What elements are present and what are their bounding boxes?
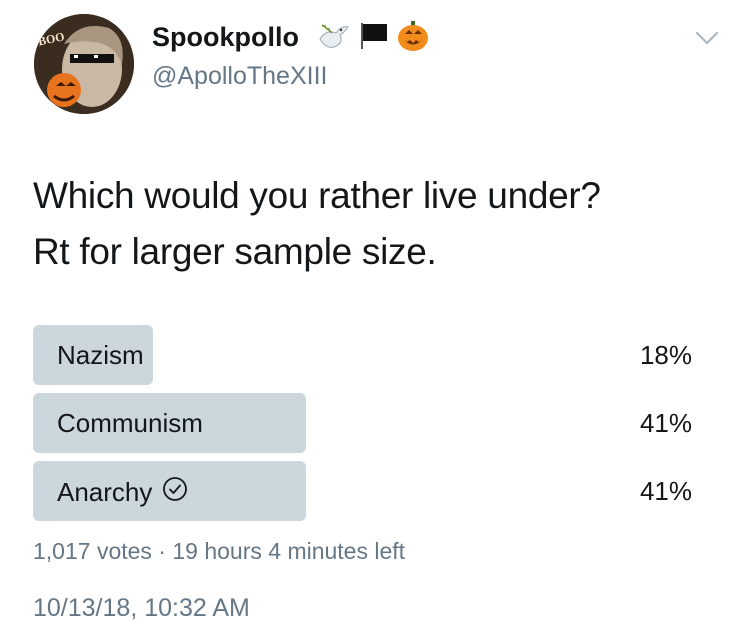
poll-option-label: Communism	[57, 408, 203, 439]
jack-o-lantern-icon	[396, 19, 430, 58]
poll-option-text: Communism	[57, 408, 203, 438]
name-emojis	[316, 19, 430, 58]
poll-option-percent: 41%	[639, 408, 692, 438]
tweet-line-1: Which would you rather live under?	[33, 175, 601, 216]
poll-option-percent: 18%	[639, 340, 692, 370]
dove-icon	[316, 19, 350, 58]
user-handle[interactable]: @ApolloTheXIII	[152, 62, 327, 91]
check-circle-icon	[162, 476, 188, 509]
poll-option-label: Anarchy	[57, 476, 188, 509]
black-flag-icon	[356, 19, 390, 58]
tweet-line-2: Rt for larger sample size.	[33, 231, 437, 272]
avatar[interactable]: BOO	[34, 14, 134, 114]
poll: Nazism 18% Communism 41% Anarchy 41%	[33, 325, 698, 529]
poll-option-label: Nazism	[57, 340, 144, 371]
tweet-timestamp[interactable]: 10/13/18, 10:32 AM	[33, 594, 250, 623]
display-name[interactable]: Spookpollo	[152, 22, 299, 53]
chevron-down-icon[interactable]	[694, 28, 720, 48]
poll-option-text: Anarchy	[57, 477, 153, 507]
poll-option-communism[interactable]: Communism 41%	[33, 393, 698, 453]
poll-meta: 1,017 votes · 19 hours 4 minutes left	[33, 538, 406, 564]
tweet-text: Which would you rather live under? Rt fo…	[33, 168, 713, 280]
poll-option-text: Nazism	[57, 340, 144, 370]
poll-option-anarchy[interactable]: Anarchy 41%	[33, 461, 698, 521]
poll-option-nazism[interactable]: Nazism 18%	[33, 325, 698, 385]
poll-option-percent: 41%	[639, 476, 692, 506]
